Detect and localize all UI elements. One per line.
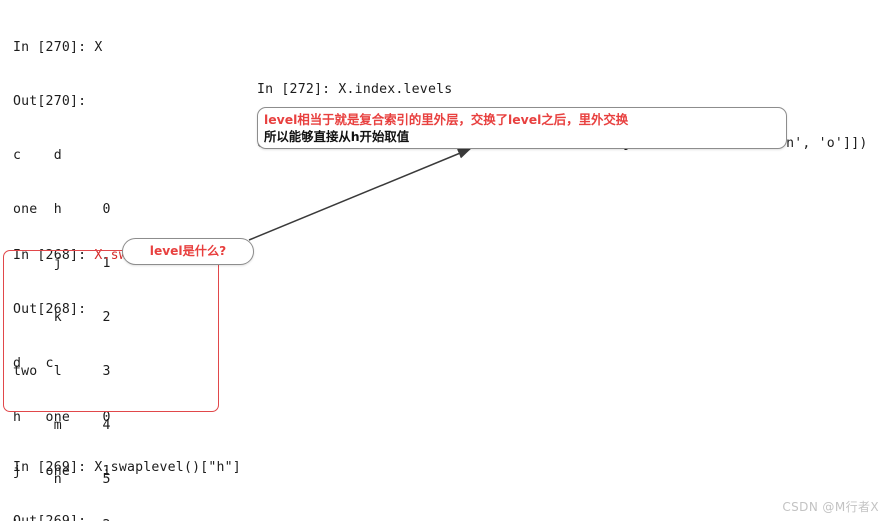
annotation-callout-question-text: level是什么? bbox=[149, 244, 227, 258]
in268-out-prompt: Out[268]: bbox=[13, 302, 87, 317]
in268-output-row: d c bbox=[13, 356, 54, 371]
in269-prompt: In [269]: bbox=[13, 460, 95, 475]
code-cell-in272-input-line: In [272]: X.index.levels bbox=[257, 81, 867, 99]
annotation-callout-question: level是什么? bbox=[122, 238, 254, 265]
csdn-watermark: CSDN @M行者X bbox=[782, 500, 879, 514]
in272-code: X.index.levels bbox=[338, 82, 453, 97]
annotation-callout-line1: level相当于就是复合索引的里外层，交换了level之后，里外交换 bbox=[264, 112, 629, 127]
in269-code: X.swaplevel()["h"] bbox=[94, 460, 241, 475]
code-cell-in270-input-line: In [270]: X bbox=[13, 39, 184, 57]
in270-prompt: In [270]: bbox=[13, 40, 95, 55]
code-cell-in269-input-line: In [269]: X.swaplevel()["h"] bbox=[13, 459, 241, 477]
annotation-callout-line2: 所以能够直接从h开始取值 bbox=[264, 129, 410, 144]
in270-code: X bbox=[94, 40, 103, 55]
screenshot-root: In [270]: X Out[270]: c d one h 0 j 1 k … bbox=[0, 0, 891, 521]
in272-prompt: In [272]: bbox=[257, 82, 339, 97]
in270-output-row: c d bbox=[13, 148, 62, 163]
annotation-callout-explanation: level相当于就是复合索引的里外层，交换了level之后，里外交换 所以能够直… bbox=[257, 107, 787, 149]
in269-out-prompt: Out[269]: bbox=[13, 513, 241, 521]
in268-prompt: In [268]: bbox=[13, 248, 95, 263]
in270-out-prompt: Out[270]: bbox=[13, 94, 87, 109]
code-cell-in269: In [269]: X.swaplevel()["h"] Out[269]: c… bbox=[13, 423, 241, 521]
